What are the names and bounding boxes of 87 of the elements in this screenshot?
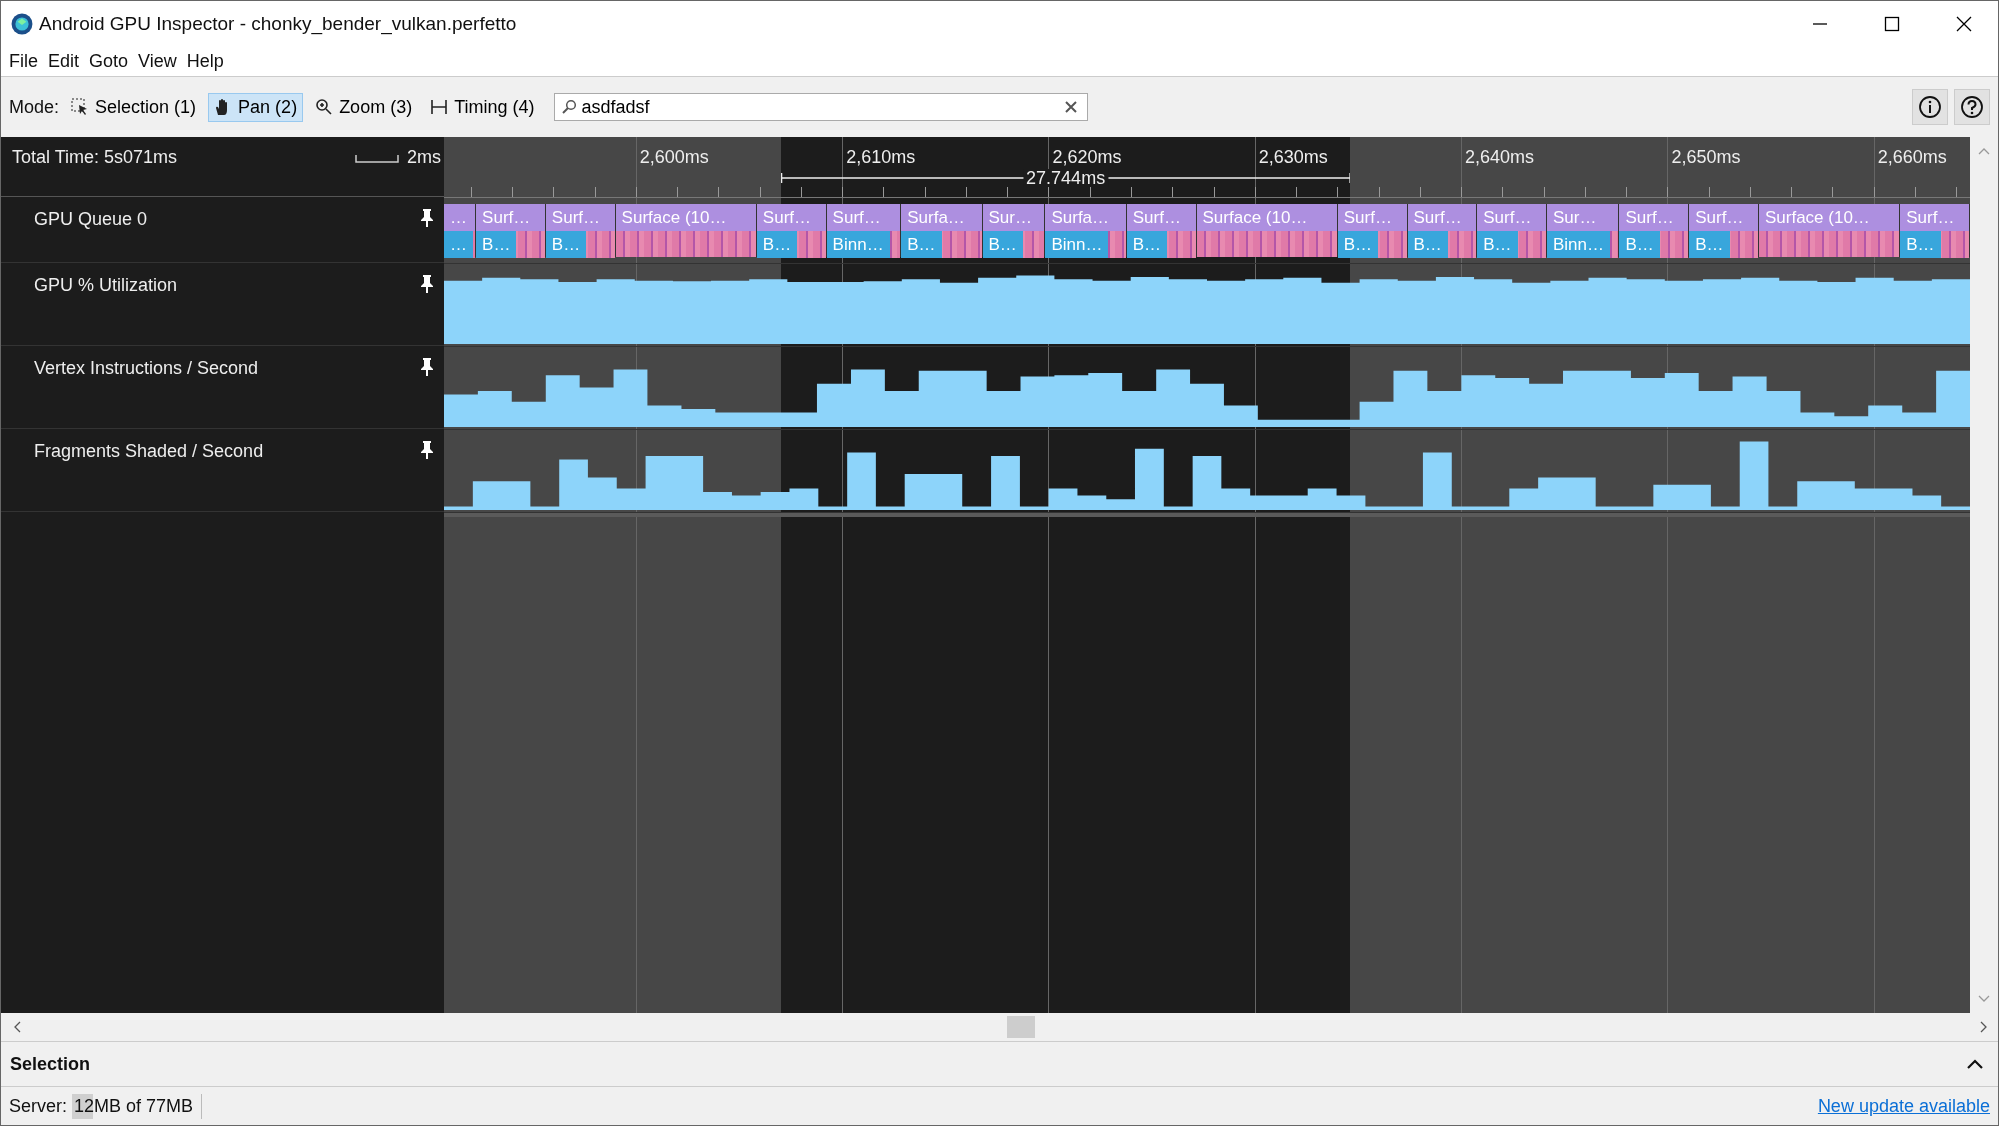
track-name: GPU Queue 0 bbox=[34, 209, 148, 230]
zoom-icon bbox=[315, 98, 334, 116]
surface-slice[interactable]: Surf… bbox=[756, 204, 826, 231]
binning-slice[interactable]: Binn… bbox=[826, 231, 890, 258]
binning-slice[interactable]: Binn… bbox=[1547, 231, 1611, 258]
surface-slice[interactable]: Surf… bbox=[1900, 204, 1969, 231]
horizontal-scrollbar[interactable] bbox=[1, 1013, 1998, 1041]
timing-icon bbox=[430, 98, 449, 116]
surface-slice[interactable]: Surf… bbox=[1407, 204, 1477, 231]
binning-slice[interactable]: B… bbox=[545, 231, 587, 258]
tick-label: 2,640ms bbox=[1465, 147, 1535, 168]
surface-slice[interactable]: Sur… bbox=[1547, 204, 1619, 231]
binning-slice[interactable]: B… bbox=[1619, 231, 1660, 258]
binning-slice[interactable]: B… bbox=[901, 231, 942, 258]
tick-label: 2,610ms bbox=[846, 147, 916, 168]
surface-slice[interactable]: Sur… bbox=[982, 204, 1045, 231]
server-label: Server: bbox=[9, 1095, 68, 1117]
binning-slice[interactable]: B… bbox=[1900, 231, 1941, 258]
menu-item[interactable]: Help bbox=[186, 50, 224, 72]
info-icon bbox=[1918, 95, 1942, 119]
binning-slice[interactable]: B… bbox=[1126, 231, 1168, 258]
menu-item[interactable]: View bbox=[138, 50, 177, 72]
pin-icon[interactable] bbox=[420, 441, 434, 459]
tick-label: 2,660ms bbox=[1877, 147, 1947, 168]
pin-icon[interactable] bbox=[420, 209, 434, 227]
menu-item[interactable]: Edit bbox=[48, 50, 80, 72]
surface-slice[interactable]: Surf… bbox=[545, 204, 615, 231]
globe-icon bbox=[11, 12, 33, 35]
surface-slice[interactable]: Surfa… bbox=[901, 204, 982, 231]
maximize-icon[interactable] bbox=[1884, 15, 1900, 32]
mode-button[interactable]: Timing (4) bbox=[424, 92, 541, 122]
surface-slice[interactable]: Surf… bbox=[1337, 204, 1407, 231]
update-link[interactable]: New update available bbox=[1817, 1095, 1990, 1117]
tick-label: 2,650ms bbox=[1671, 147, 1741, 168]
surface-slice[interactable]: Surf… bbox=[476, 204, 545, 231]
tick-label: 2,630ms bbox=[1258, 147, 1328, 168]
surface-slice[interactable]: … bbox=[444, 204, 476, 231]
binning-slice[interactable]: B… bbox=[982, 231, 1023, 258]
surface-slice[interactable]: Surf… bbox=[1477, 204, 1546, 231]
search-field[interactable]: asdfadsf bbox=[554, 93, 1089, 121]
mode-button[interactable]: Selection (1) bbox=[65, 92, 203, 122]
help-button[interactable] bbox=[1954, 89, 1990, 125]
tick-label: 2,600ms bbox=[639, 147, 709, 168]
total-time: Total Time: 5s071ms bbox=[12, 147, 178, 169]
scroll-right-icon[interactable] bbox=[1980, 1021, 1988, 1033]
close-icon[interactable] bbox=[1956, 15, 1972, 32]
binning-slice[interactable]: B… bbox=[1689, 231, 1730, 258]
menu-item[interactable]: Goto bbox=[89, 50, 129, 72]
surface-slice[interactable]: Surf… bbox=[1126, 204, 1196, 231]
scroll-left-icon[interactable] bbox=[13, 1021, 21, 1033]
track-name: Vertex Instructions / Second bbox=[34, 358, 259, 379]
memory-usage: 12MB of 77MB bbox=[74, 1095, 194, 1116]
binning-slice[interactable]: … bbox=[444, 231, 473, 258]
surface-slice[interactable]: Surf… bbox=[1619, 204, 1689, 231]
window-title: Android GPU Inspector - chonky_bender_vulkan.perfetto bbox=[39, 12, 517, 35]
surface-slice[interactable]: Surfa… bbox=[1045, 204, 1126, 231]
surface-slice[interactable]: Surface (10… bbox=[1196, 204, 1337, 231]
help-icon bbox=[1960, 95, 1984, 119]
search-input[interactable]: asdfadsf bbox=[581, 96, 1062, 118]
scale-bar-icon bbox=[355, 155, 399, 163]
surface-slice[interactable]: Surface (10… bbox=[1759, 204, 1900, 231]
binning-slice[interactable]: B… bbox=[1477, 231, 1518, 258]
panel-title: Selection bbox=[10, 1053, 91, 1075]
selection-duration: 27.744ms bbox=[1023, 169, 1109, 187]
search-icon bbox=[561, 99, 578, 115]
collapse-caret-icon[interactable] bbox=[1966, 1058, 1984, 1070]
binning-slice[interactable]: B… bbox=[1407, 231, 1448, 258]
surface-slice[interactable]: Surf… bbox=[1689, 204, 1758, 231]
binning-slice[interactable]: B… bbox=[476, 231, 517, 258]
pin-icon[interactable] bbox=[420, 275, 434, 293]
mode-button[interactable]: Zoom (3) bbox=[309, 92, 419, 122]
track-name: Fragments Shaded / Second bbox=[34, 441, 264, 462]
binning-slice[interactable]: B… bbox=[756, 231, 798, 258]
binning-slice[interactable]: B… bbox=[1337, 231, 1379, 258]
mode-button[interactable]: Pan (2) bbox=[208, 92, 304, 122]
scale-label: 2ms bbox=[407, 147, 441, 168]
mode-label: Mode: bbox=[9, 96, 60, 118]
scroll-thumb[interactable] bbox=[1007, 1016, 1035, 1038]
track-name: GPU % Utilization bbox=[34, 275, 178, 296]
pin-icon[interactable] bbox=[420, 358, 434, 376]
surface-slice[interactable]: Surface (10… bbox=[615, 204, 756, 231]
surface-slice[interactable]: Surf… bbox=[826, 204, 901, 231]
info-button[interactable] bbox=[1912, 89, 1948, 125]
tick-label: 2,620ms bbox=[1052, 147, 1122, 168]
menu-item[interactable]: File bbox=[9, 50, 38, 72]
clear-icon[interactable] bbox=[1065, 101, 1078, 113]
binning-slice[interactable]: Binn… bbox=[1045, 231, 1109, 258]
